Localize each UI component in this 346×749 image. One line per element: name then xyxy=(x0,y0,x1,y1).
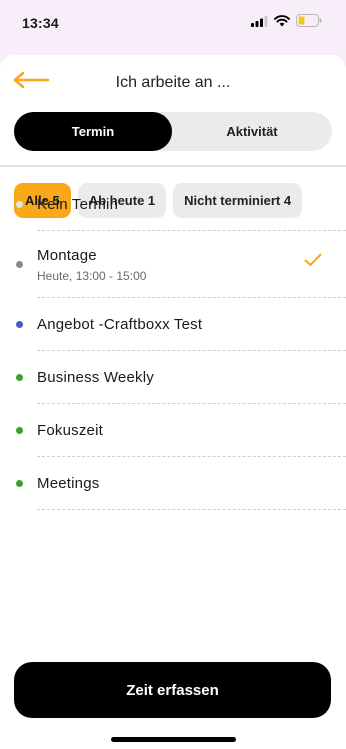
tab-termin[interactable]: Termin xyxy=(14,112,172,151)
header: Ich arbeite an ... xyxy=(0,55,346,111)
status-dot xyxy=(16,427,23,434)
list-item[interactable]: Angebot -Craftboxx Test xyxy=(0,298,346,351)
item-title: Angebot -Craftboxx Test xyxy=(37,316,203,333)
wifi-icon xyxy=(274,14,290,32)
status-dot xyxy=(16,261,23,268)
back-button[interactable] xyxy=(12,69,52,95)
home-indicator xyxy=(111,737,236,742)
zeit-erfassen-button[interactable]: Zeit erfassen xyxy=(14,662,331,718)
battery-icon xyxy=(296,14,322,32)
list-item[interactable]: Kein Termin xyxy=(0,178,346,231)
item-title: Meetings xyxy=(37,475,100,492)
page-title: Ich arbeite an ... xyxy=(115,74,231,91)
checkmark-icon xyxy=(304,253,322,267)
cellular-signal-icon xyxy=(251,14,268,32)
appointment-list: Kein Termin Montage Heute, 13:00 - 15:00… xyxy=(0,178,346,510)
list-item[interactable]: Business Weekly xyxy=(0,351,346,404)
item-subtitle: Heute, 13:00 - 15:00 xyxy=(37,268,147,283)
status-dot xyxy=(16,201,23,208)
item-title: Montage xyxy=(37,246,97,264)
list-item[interactable]: Montage Heute, 13:00 - 15:00 xyxy=(0,231,346,298)
item-divider xyxy=(37,509,346,510)
status-dot xyxy=(16,321,23,328)
item-title: Fokuszeit xyxy=(37,422,103,439)
status-time: 13:34 xyxy=(22,15,59,31)
list-item[interactable]: Meetings xyxy=(0,457,346,510)
tab-aktivitaet[interactable]: Aktivität xyxy=(172,112,332,151)
status-dot xyxy=(16,374,23,381)
list-item[interactable]: Fokuszeit xyxy=(0,404,346,457)
segmented-control: Termin Aktivität xyxy=(14,112,332,151)
item-title: Kein Termin xyxy=(37,196,119,213)
divider xyxy=(0,165,346,167)
arrow-left-icon xyxy=(12,70,50,95)
status-icons xyxy=(251,14,322,32)
item-title: Business Weekly xyxy=(37,369,154,386)
status-bar: 13:34 xyxy=(0,0,346,52)
status-dot xyxy=(16,480,23,487)
